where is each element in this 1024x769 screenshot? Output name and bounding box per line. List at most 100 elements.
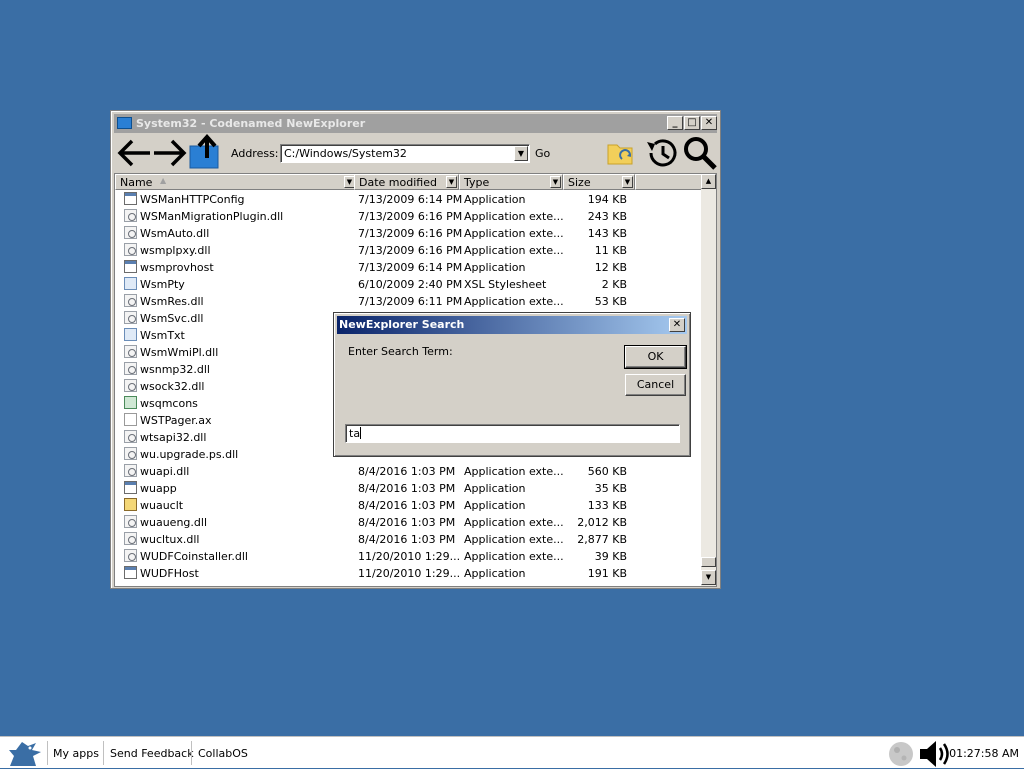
file-row[interactable]: wsmplpxy.dll 7/13/2009 6:16 PM Application… (115, 242, 703, 259)
dialog-titlebar[interactable]: NewExplorer Search ✕ (337, 316, 687, 334)
collabos-button[interactable]: CollabOS (198, 747, 248, 760)
minimize-button[interactable]: _ (667, 116, 683, 130)
cancel-button[interactable]: Cancel (625, 374, 686, 396)
file-row[interactable]: WUDFHost 11/20/2010 1:29... Application 191… (115, 565, 703, 582)
file-name: WSManHTTPConfig (140, 193, 245, 206)
file-size: 191 KB (587, 567, 627, 580)
file-row[interactable]: WSManMigrationPlugin.dll 7/13/2009 6:16 P… (115, 208, 703, 225)
file-name: wsnmp32.dll (140, 363, 210, 376)
file-date: 8/4/2016 1:03 PM (358, 465, 456, 478)
file-size: 35 KB (594, 482, 627, 495)
dll-file-icon (124, 209, 137, 222)
chevron-down-icon[interactable]: ▼ (514, 146, 528, 161)
file-size: 143 KB (587, 227, 627, 240)
column-name-label: Name (120, 176, 153, 189)
file-date: 11/20/2010 1:29... (358, 550, 461, 563)
app-file-icon (124, 260, 137, 273)
dll-file-icon (124, 243, 137, 256)
file-type: Application exte... (464, 516, 564, 529)
dll-file-icon (124, 345, 137, 358)
start-logo-icon[interactable] (6, 738, 44, 768)
scroll-thumb[interactable] (701, 557, 716, 567)
file-date: 8/4/2016 1:03 PM (358, 499, 456, 512)
dll-file-icon (124, 549, 137, 562)
file-name: wsmplpxy.dll (140, 244, 211, 257)
search-prompt: Enter Search Term: (348, 345, 453, 358)
file-type: Application (464, 499, 526, 512)
dll-file-icon (124, 379, 137, 392)
blank-file-icon (124, 413, 137, 426)
column-header-filler (635, 174, 703, 190)
search-input[interactable]: ta (345, 424, 680, 443)
dll-file-icon (124, 447, 137, 460)
file-name: WsmSvc.dll (140, 312, 204, 325)
scroll-down-button[interactable]: ▼ (701, 570, 716, 585)
chevron-down-icon[interactable]: ▼ (446, 176, 457, 188)
vertical-scrollbar[interactable]: ▲ ▼ (701, 174, 716, 586)
file-size: 11 KB (594, 244, 627, 257)
maximize-button[interactable]: □ (684, 116, 700, 130)
column-header-type[interactable]: Type ▼ (459, 174, 563, 190)
column-header-size[interactable]: Size ▼ (563, 174, 635, 190)
chevron-down-icon[interactable]: ▼ (550, 176, 561, 188)
file-name: wuauclt (140, 499, 184, 512)
file-row[interactable]: wuauclt 8/4/2016 1:03 PM Application 133 KB (115, 497, 703, 514)
file-date: 7/13/2009 6:16 PM (358, 244, 463, 257)
address-field[interactable]: C:/Windows/System32 ▼ (280, 144, 530, 163)
file-row[interactable]: WsmAuto.dll 7/13/2009 6:16 PM Application … (115, 225, 703, 242)
file-name: wu.upgrade.ps.dll (140, 448, 239, 461)
folder-sync-icon[interactable] (606, 139, 636, 167)
file-date: 7/13/2009 6:16 PM (358, 227, 463, 240)
file-row[interactable]: WsmPty 6/10/2009 2:40 PM XSL Stylesheet 2 K… (115, 276, 703, 293)
file-name: WUDFHost (140, 567, 199, 580)
up-folder-icon[interactable] (189, 134, 223, 170)
column-type-label: Type (464, 176, 490, 189)
file-type: Application exte... (464, 210, 564, 223)
file-type: Application (464, 193, 526, 206)
file-name: wuapp (140, 482, 177, 495)
file-size: 560 KB (587, 465, 627, 478)
dll-file-icon (124, 311, 137, 324)
chevron-down-icon[interactable]: ▼ (622, 176, 633, 188)
file-name: WsmAuto.dll (140, 227, 210, 240)
dll-file-icon (124, 226, 137, 239)
dialog-close-button[interactable]: ✕ (669, 318, 685, 332)
dll-file-icon (124, 430, 137, 443)
msc-file-icon (124, 396, 137, 409)
file-row[interactable]: WSManHTTPConfig 7/13/2009 6:14 PM Applicat… (115, 191, 703, 208)
dll-file-icon (124, 532, 137, 545)
file-name: wsock32.dll (140, 380, 205, 393)
scroll-up-button[interactable]: ▲ (701, 174, 716, 189)
sort-up-icon: ▲ (160, 176, 167, 185)
file-row[interactable]: wuapi.dll 8/4/2016 1:03 PM Application ext… (115, 463, 703, 480)
column-header-name[interactable]: Name ▲ ▼ (115, 174, 357, 190)
file-row[interactable]: WsmRes.dll 7/13/2009 6:11 PM Application e… (115, 293, 703, 310)
window-titlebar[interactable]: System32 - Codenamed NewExplorer _ □ ✕ (114, 114, 717, 133)
file-row[interactable]: wuaueng.dll 8/4/2016 1:03 PM Application e… (115, 514, 703, 531)
moon-icon[interactable] (887, 740, 915, 768)
dll-file-icon (124, 464, 137, 477)
ok-button[interactable]: OK (624, 345, 687, 369)
go-button[interactable]: Go (535, 147, 550, 160)
search-icon[interactable] (682, 135, 718, 171)
file-row[interactable]: WUDFCoinstaller.dll 11/20/2010 1:29... App… (115, 548, 703, 565)
file-name: WSTPager.ax (140, 414, 212, 427)
my-apps-button[interactable]: My apps (53, 747, 99, 760)
xsl-file-icon (124, 277, 137, 290)
taskbar-separator (191, 741, 192, 765)
forward-arrow-icon[interactable] (152, 137, 188, 169)
file-row[interactable]: wucltux.dll 8/4/2016 1:03 PM Application e… (115, 531, 703, 548)
column-header-bar: Name ▲ ▼ Date modified ▼ Type ▼ Size ▼ (115, 174, 703, 190)
close-button[interactable]: ✕ (701, 116, 717, 130)
back-arrow-icon[interactable] (116, 137, 152, 169)
file-type: Application (464, 567, 526, 580)
file-name: wtsapi32.dll (140, 431, 207, 444)
history-icon[interactable] (644, 136, 680, 170)
file-row[interactable]: wsmprovhost 7/13/2009 6:14 PM Application 1… (115, 259, 703, 276)
send-feedback-button[interactable]: Send Feedback (110, 747, 194, 760)
file-row[interactable]: wuapp 8/4/2016 1:03 PM Application 35 KB (115, 480, 703, 497)
column-header-date[interactable]: Date modified ▼ (354, 174, 459, 190)
dll-file-icon (124, 294, 137, 307)
file-name: wucltux.dll (140, 533, 200, 546)
file-date: 8/4/2016 1:03 PM (358, 533, 456, 546)
